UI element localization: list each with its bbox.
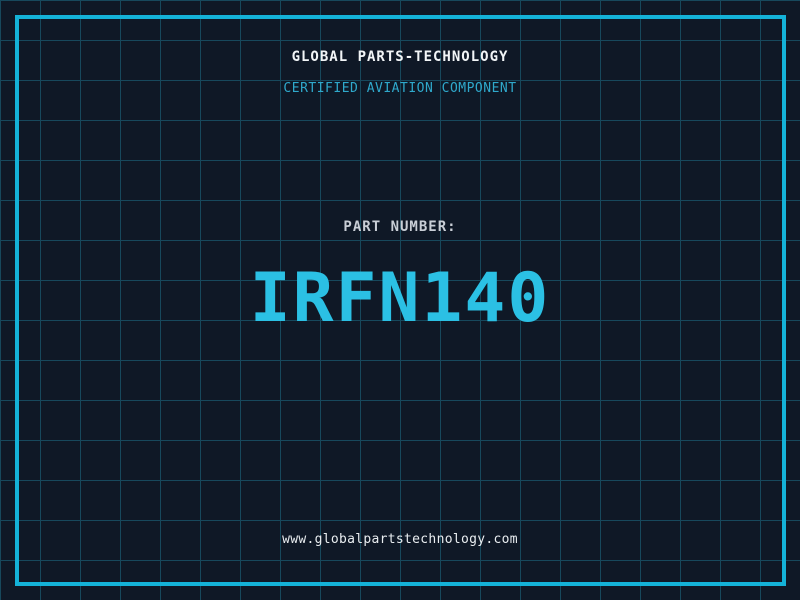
- website-url: www.globalpartstechnology.com: [282, 532, 518, 547]
- label-page-background: GLOBAL PARTS-TECHNOLOGY CERTIFIED AVIATI…: [0, 0, 800, 600]
- company-name: GLOBAL PARTS-TECHNOLOGY: [291, 49, 509, 65]
- part-number-label: PART NUMBER:: [343, 219, 457, 235]
- certification-subtitle: CERTIFIED AVIATION COMPONENT: [283, 81, 517, 96]
- part-number-value: IRFN140: [249, 259, 551, 338]
